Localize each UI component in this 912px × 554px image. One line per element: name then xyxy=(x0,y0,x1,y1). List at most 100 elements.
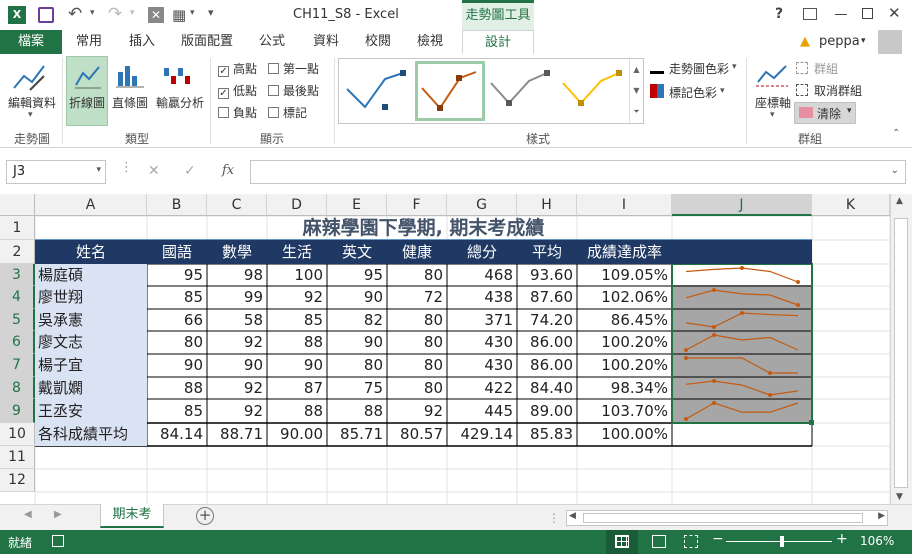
avatar[interactable] xyxy=(878,30,902,54)
clear-dropdown-icon[interactable]: ▾ xyxy=(847,106,852,116)
column-title[interactable]: 國語 xyxy=(147,240,207,264)
score-cell[interactable]: 75 xyxy=(327,377,387,399)
page-layout-view-icon[interactable] xyxy=(652,535,666,548)
student-name-cell[interactable]: 廖文志 xyxy=(35,331,147,354)
score-cell[interactable]: 80 xyxy=(387,331,447,354)
column-header[interactable]: A xyxy=(35,194,147,216)
cancel-icon[interactable]: ✕ xyxy=(148,163,160,179)
score-cell[interactable]: 74.20 xyxy=(517,309,577,331)
column-header[interactable]: J xyxy=(672,194,812,216)
style-yellow-option[interactable] xyxy=(561,67,625,115)
edit-data-dropdown-icon[interactable]: ▾ xyxy=(28,110,33,120)
score-cell[interactable]: 86.00 xyxy=(517,331,577,354)
score-cell[interactable]: 85 xyxy=(267,309,327,331)
negative-point-checkbox[interactable]: 負點 xyxy=(218,104,257,121)
marker-color-dropdown-icon[interactable]: ▾ xyxy=(720,86,725,96)
row-header[interactable]: 5 xyxy=(0,309,35,331)
scroll-thumb-vertical[interactable] xyxy=(894,218,908,488)
score-cell[interactable]: 88 xyxy=(147,377,207,399)
save-icon[interactable] xyxy=(38,7,54,23)
macro-record-icon[interactable] xyxy=(52,535,64,547)
average-cell[interactable]: 90.00 xyxy=(267,423,327,446)
row-header[interactable]: 7 xyxy=(0,354,35,377)
row-header[interactable]: 4 xyxy=(0,286,35,309)
row-header[interactable]: 3 xyxy=(0,264,35,286)
average-cell[interactable]: 85.71 xyxy=(327,423,387,446)
group-button[interactable]: 群組 xyxy=(814,60,838,77)
tab-data[interactable]: 資料 xyxy=(304,30,348,54)
average-cell[interactable]: 80.57 xyxy=(387,423,447,446)
score-cell[interactable]: 80 xyxy=(387,354,447,377)
zoom-in-icon[interactable]: + xyxy=(836,531,848,547)
winloss-type-button[interactable]: 輸贏分析 xyxy=(152,94,208,111)
last-point-checkbox[interactable]: 最後點 xyxy=(268,82,319,99)
average-cell[interactable]: 100.00% xyxy=(577,423,672,446)
score-cell[interactable]: 87 xyxy=(267,377,327,399)
score-cell[interactable]: 90 xyxy=(327,286,387,309)
row-header[interactable]: 1 xyxy=(0,216,35,240)
student-name-cell[interactable]: 廖世翔 xyxy=(35,286,147,309)
user-dropdown-icon[interactable]: ▾ xyxy=(861,36,866,46)
normal-view-button[interactable] xyxy=(606,530,638,554)
help-button[interactable]: ? xyxy=(775,6,783,22)
undo-icon[interactable]: ↶ xyxy=(68,4,82,24)
minimize-icon[interactable] xyxy=(835,14,847,15)
maximize-icon[interactable] xyxy=(862,8,873,19)
zoom-level[interactable]: 106% xyxy=(860,534,894,548)
score-cell[interactable]: 92 xyxy=(207,331,267,354)
score-cell[interactable]: 85 xyxy=(147,286,207,309)
formula-input[interactable]: ⌄ xyxy=(250,160,906,184)
scroll-down-icon[interactable]: ▼ xyxy=(896,492,903,502)
score-cell[interactable]: 102.06% xyxy=(577,286,672,309)
score-cell[interactable]: 86.00 xyxy=(517,354,577,377)
score-cell[interactable]: 371 xyxy=(447,309,517,331)
first-point-checkbox[interactable]: 第一點 xyxy=(268,60,319,77)
column-header[interactable]: B xyxy=(147,194,207,216)
score-cell[interactable]: 99 xyxy=(207,286,267,309)
add-sheet-icon[interactable]: + xyxy=(196,507,214,525)
scroll-thumb[interactable] xyxy=(583,513,863,523)
column-header[interactable]: I xyxy=(577,194,672,216)
row-header[interactable]: 11 xyxy=(0,446,35,469)
score-cell[interactable]: 98 xyxy=(207,264,267,286)
row-header[interactable]: 12 xyxy=(0,469,35,492)
score-cell[interactable]: 90 xyxy=(327,331,387,354)
score-cell[interactable]: 82 xyxy=(327,309,387,331)
column-header[interactable]: C xyxy=(207,194,267,216)
clear-button[interactable]: 清除 ▾ xyxy=(794,102,856,124)
score-cell[interactable]: 430 xyxy=(447,331,517,354)
score-cell[interactable]: 92 xyxy=(207,377,267,399)
edit-data-button[interactable]: 編輯資料 xyxy=(4,94,60,111)
column-title[interactable]: 生活 xyxy=(267,240,327,264)
column-header[interactable]: D xyxy=(267,194,327,216)
style-orange-option-selected[interactable] xyxy=(415,61,485,121)
style-gray-option[interactable] xyxy=(489,67,553,115)
zoom-thumb[interactable] xyxy=(780,536,784,547)
score-cell[interactable]: 84.40 xyxy=(517,377,577,399)
average-cell[interactable]: 88.71 xyxy=(207,423,267,446)
axis-button[interactable]: 座標軸 xyxy=(750,94,796,111)
row-header[interactable]: 6 xyxy=(0,331,35,354)
name-box-dropdown-icon[interactable]: ▾ xyxy=(96,165,101,175)
sheet-title[interactable]: 麻辣學園下學期, 期末考成績 xyxy=(35,216,812,240)
sparkline-color-button[interactable]: 走勢圖色彩 xyxy=(669,60,729,77)
insert-function-button[interactable]: fx xyxy=(222,163,234,178)
column-type-button[interactable]: 直條圖 xyxy=(108,94,152,111)
column-title[interactable]: 平均 xyxy=(517,240,577,264)
score-cell[interactable]: 445 xyxy=(447,399,517,423)
low-point-checkbox[interactable]: ✓ 低點 xyxy=(218,82,257,99)
sparkline-color-dropdown-icon[interactable]: ▾ xyxy=(732,62,737,72)
score-cell[interactable]: 58 xyxy=(207,309,267,331)
redo-icon[interactable]: ↷ xyxy=(108,4,122,24)
scroll-left-icon[interactable]: ◀ xyxy=(569,511,576,521)
zoom-out-icon[interactable]: − xyxy=(712,531,724,547)
score-cell[interactable]: 80 xyxy=(387,264,447,286)
gallery-up-icon[interactable]: ▲ xyxy=(630,59,643,80)
zoom-slider[interactable] xyxy=(726,541,832,542)
score-cell[interactable]: 92 xyxy=(207,399,267,423)
horizontal-scrollbar[interactable]: ◀ ▶ xyxy=(566,510,888,526)
row-header[interactable]: 8 xyxy=(0,377,35,399)
tab-view[interactable]: 檢視 xyxy=(408,30,452,54)
score-cell[interactable]: 72 xyxy=(387,286,447,309)
name-box[interactable]: J3 ▾ xyxy=(6,160,106,184)
